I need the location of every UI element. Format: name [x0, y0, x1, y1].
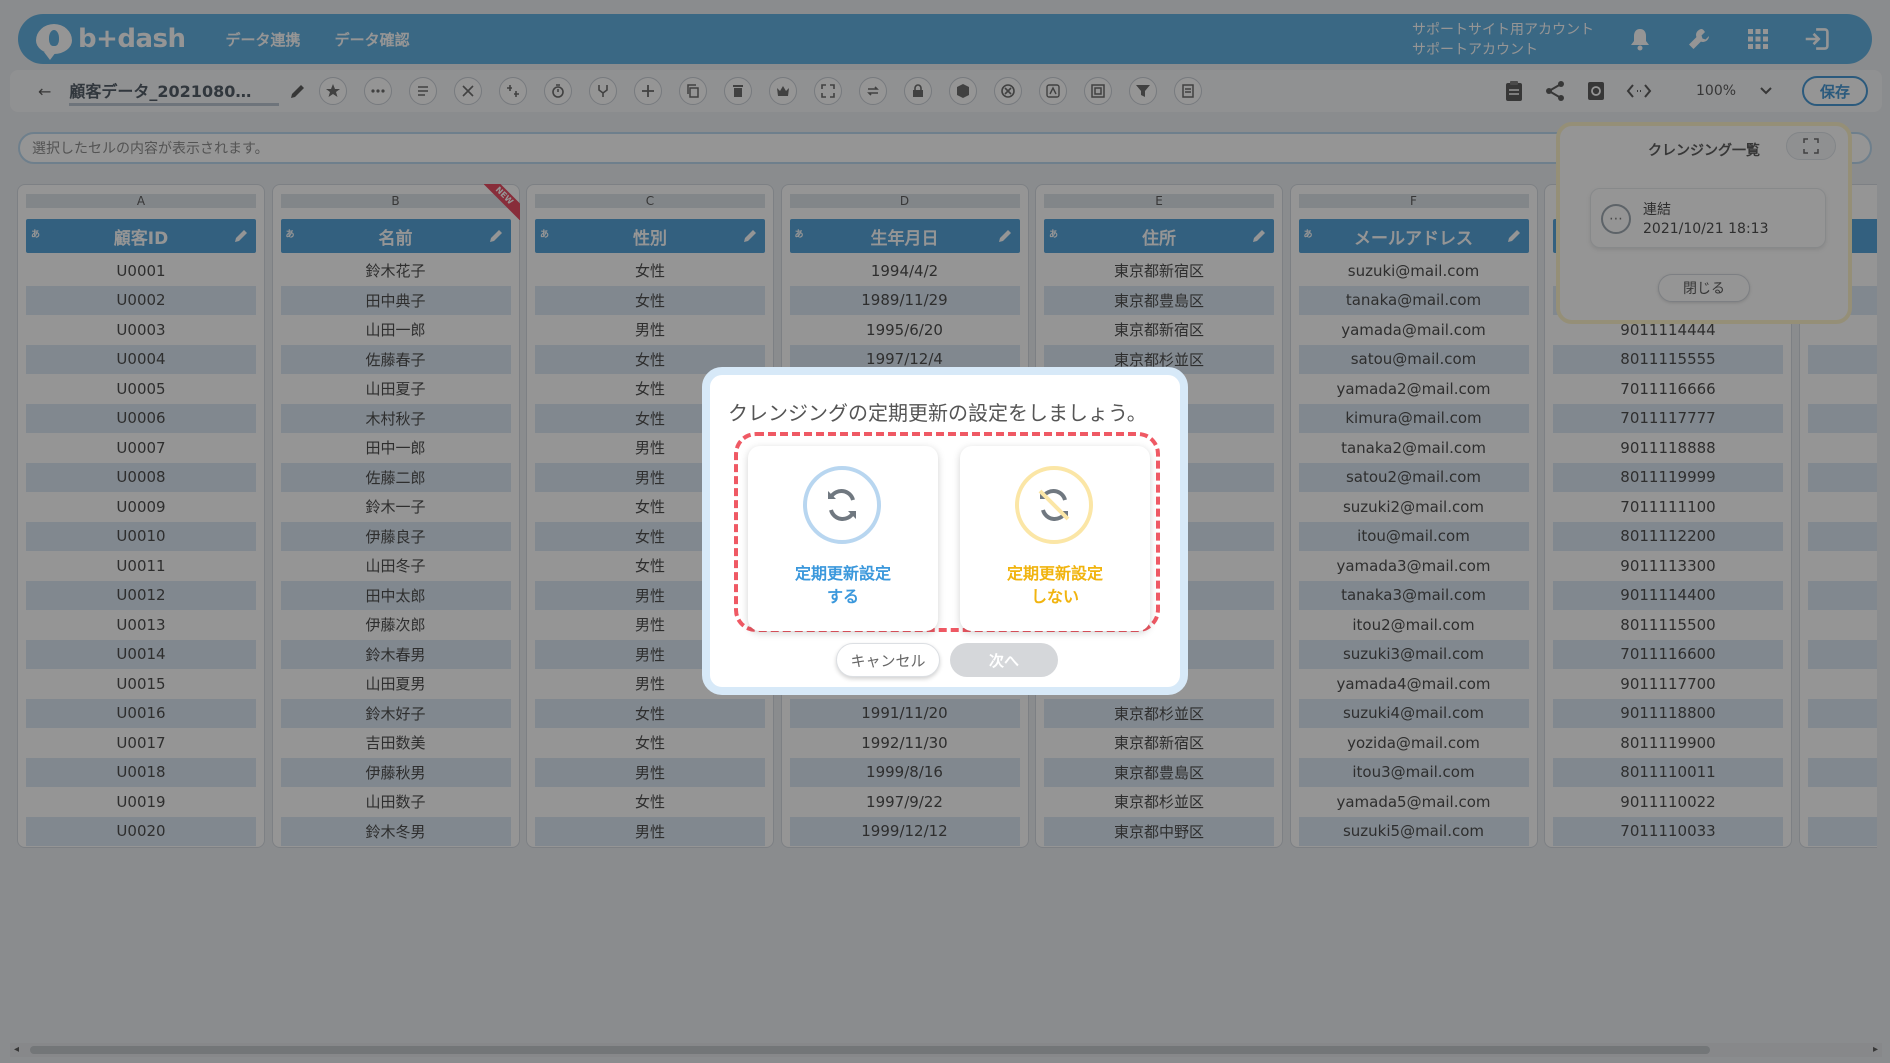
- next-button[interactable]: 次へ: [950, 643, 1058, 677]
- schedule-settings-dialog: クレンジングの定期更新の設定をしましょう。 定期更新設定 する 定期更新設定 し…: [702, 367, 1188, 695]
- cancel-button[interactable]: キャンセル: [836, 643, 940, 677]
- schedule-off-option[interactable]: 定期更新設定 しない: [960, 446, 1150, 631]
- refresh-disabled-icon: [1015, 466, 1093, 544]
- refresh-icon: [803, 466, 881, 544]
- dialog-title: クレンジングの定期更新の設定をしましょう。: [728, 401, 1147, 425]
- schedule-on-label: 定期更新設定 する: [794, 564, 891, 606]
- schedule-off-label: 定期更新設定 しない: [1006, 564, 1103, 606]
- schedule-on-option[interactable]: 定期更新設定 する: [748, 446, 938, 631]
- highlight-frame: 定期更新設定 する 定期更新設定 しない: [734, 432, 1160, 632]
